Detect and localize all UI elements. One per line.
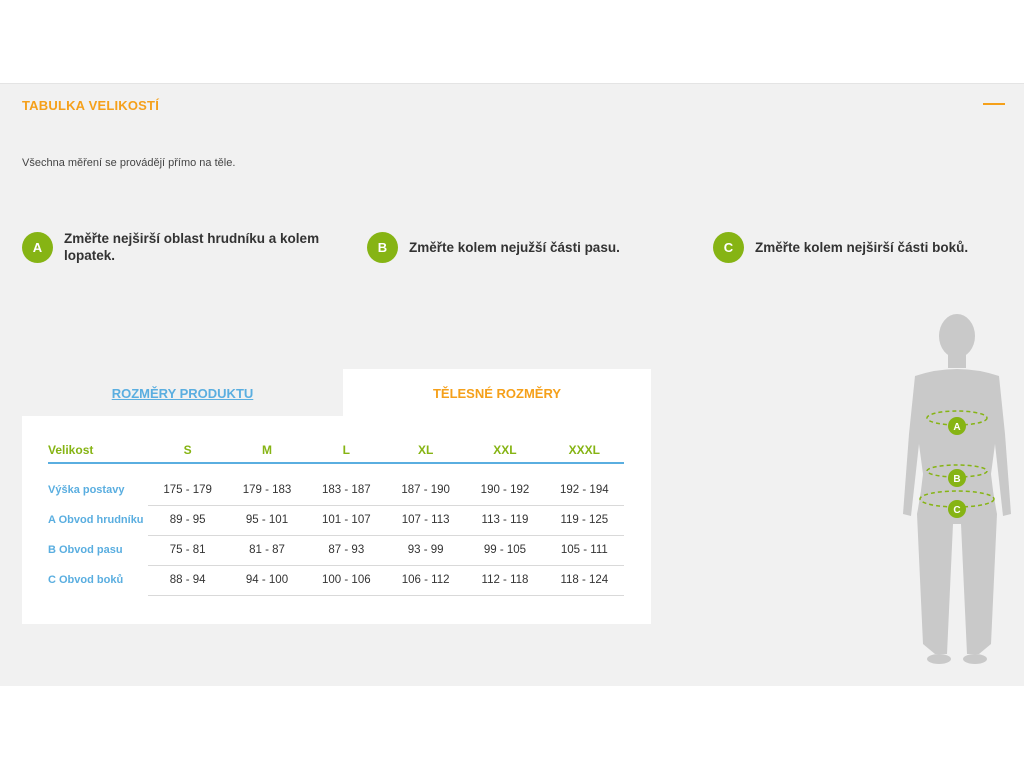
row-label: Výška postavy <box>48 484 125 496</box>
table-cell: 107 - 113 <box>385 505 466 536</box>
table-cell: 175 - 179 <box>148 475 228 506</box>
step-c: C Změřte kolem nejširší části boků. <box>713 230 968 263</box>
table-cell: 190 - 192 <box>465 475 545 506</box>
table-cell: 119 - 125 <box>544 505 624 536</box>
table-cell: 179 - 183 <box>227 475 307 506</box>
marker-c-label: C <box>953 505 960 516</box>
figure-foot-right <box>963 654 987 664</box>
size-table-card: Velikost S M L XL XXL XXXL Výška postavy… <box>22 416 651 624</box>
table-row: B Obvod pasu 75 - 81 81 - 87 87 - 93 93 … <box>48 535 624 566</box>
row-label: B Obvod pasu <box>48 544 123 556</box>
table-cell: 75 - 81 <box>148 535 228 566</box>
size-table: Velikost S M L XL XXL XXXL Výška postavy… <box>48 438 624 596</box>
header-cell: M <box>227 438 307 464</box>
table-spacer <box>48 463 624 475</box>
step-c-badge: C <box>713 232 744 263</box>
table-header-row: Velikost S M L XL XXL XXXL <box>48 438 624 464</box>
table-cell: 112 - 118 <box>465 565 545 596</box>
header-cell: XL <box>385 438 466 464</box>
figure-head <box>939 314 975 358</box>
table-cell: 95 - 101 <box>227 505 307 536</box>
table-cell: 192 - 194 <box>544 475 624 506</box>
figure-neck <box>948 352 966 368</box>
step-a-text: Změřte nejširší oblast hrudníku a kolem … <box>64 231 320 263</box>
table-cell: 118 - 124 <box>544 565 624 596</box>
table-cell: 99 - 105 <box>465 535 545 566</box>
table-cell: 101 - 107 <box>306 505 386 536</box>
row-label: A Obvod hrudníku <box>48 514 144 526</box>
table-row: Výška postavy 175 - 179 179 - 183 183 - … <box>48 475 624 506</box>
table-cell: 105 - 111 <box>544 535 624 566</box>
tab-product-dimensions[interactable]: ROZMĚRY PRODUKTU <box>22 369 343 417</box>
marker-b-label: B <box>953 474 960 485</box>
step-c-text: Změřte kolem nejširší části boků. <box>755 240 969 255</box>
step-a-badge: A <box>22 232 53 263</box>
step-b: B Změřte kolem nejužší části pasu. <box>367 230 620 263</box>
figure-foot-left <box>927 654 951 664</box>
table-row: C Obvod boků 88 - 94 94 - 100 100 - 106 … <box>48 565 624 596</box>
header-cell: XXL <box>465 438 545 464</box>
table-cell: 113 - 119 <box>465 505 545 536</box>
collapse-icon[interactable] <box>983 103 1005 105</box>
tab-body-dimensions[interactable]: TĚLESNÉ ROZMĚRY <box>343 369 651 417</box>
table-cell: 89 - 95 <box>148 505 228 536</box>
table-cell: 106 - 112 <box>385 565 466 596</box>
table-cell: 187 - 190 <box>385 475 466 506</box>
step-a: A Změřte nejširší oblast hrudníku a kole… <box>22 230 326 264</box>
body-figure-icon: A B C <box>903 314 1011 664</box>
header-cell: Velikost <box>48 438 148 464</box>
header-cell: S <box>148 438 228 464</box>
table-cell: 183 - 187 <box>306 475 386 506</box>
step-b-text: Změřte kolem nejužší části pasu. <box>409 240 620 255</box>
step-b-badge: B <box>367 232 398 263</box>
size-chart-panel: TABULKA VELIKOSTÍ Všechna měření se prov… <box>0 83 1024 686</box>
table-row: A Obvod hrudníku 89 - 95 95 - 101 101 - … <box>48 505 624 536</box>
table-cell: 87 - 93 <box>306 535 386 566</box>
table-cell: 88 - 94 <box>148 565 228 596</box>
section-title: TABULKA VELIKOSTÍ <box>22 98 160 113</box>
table-cell: 93 - 99 <box>385 535 466 566</box>
row-label: C Obvod boků <box>48 574 124 586</box>
intro-text: Všechna měření se provádějí přímo na těl… <box>22 157 236 169</box>
marker-a-label: A <box>953 422 960 433</box>
header-cell: L <box>306 438 386 464</box>
header-cell: XXXL <box>544 438 624 464</box>
table-cell: 81 - 87 <box>227 535 307 566</box>
table-cell: 94 - 100 <box>227 565 307 596</box>
table-cell: 100 - 106 <box>306 565 386 596</box>
size-tabs: ROZMĚRY PRODUKTU TĚLESNÉ ROZMĚRY <box>22 369 651 417</box>
